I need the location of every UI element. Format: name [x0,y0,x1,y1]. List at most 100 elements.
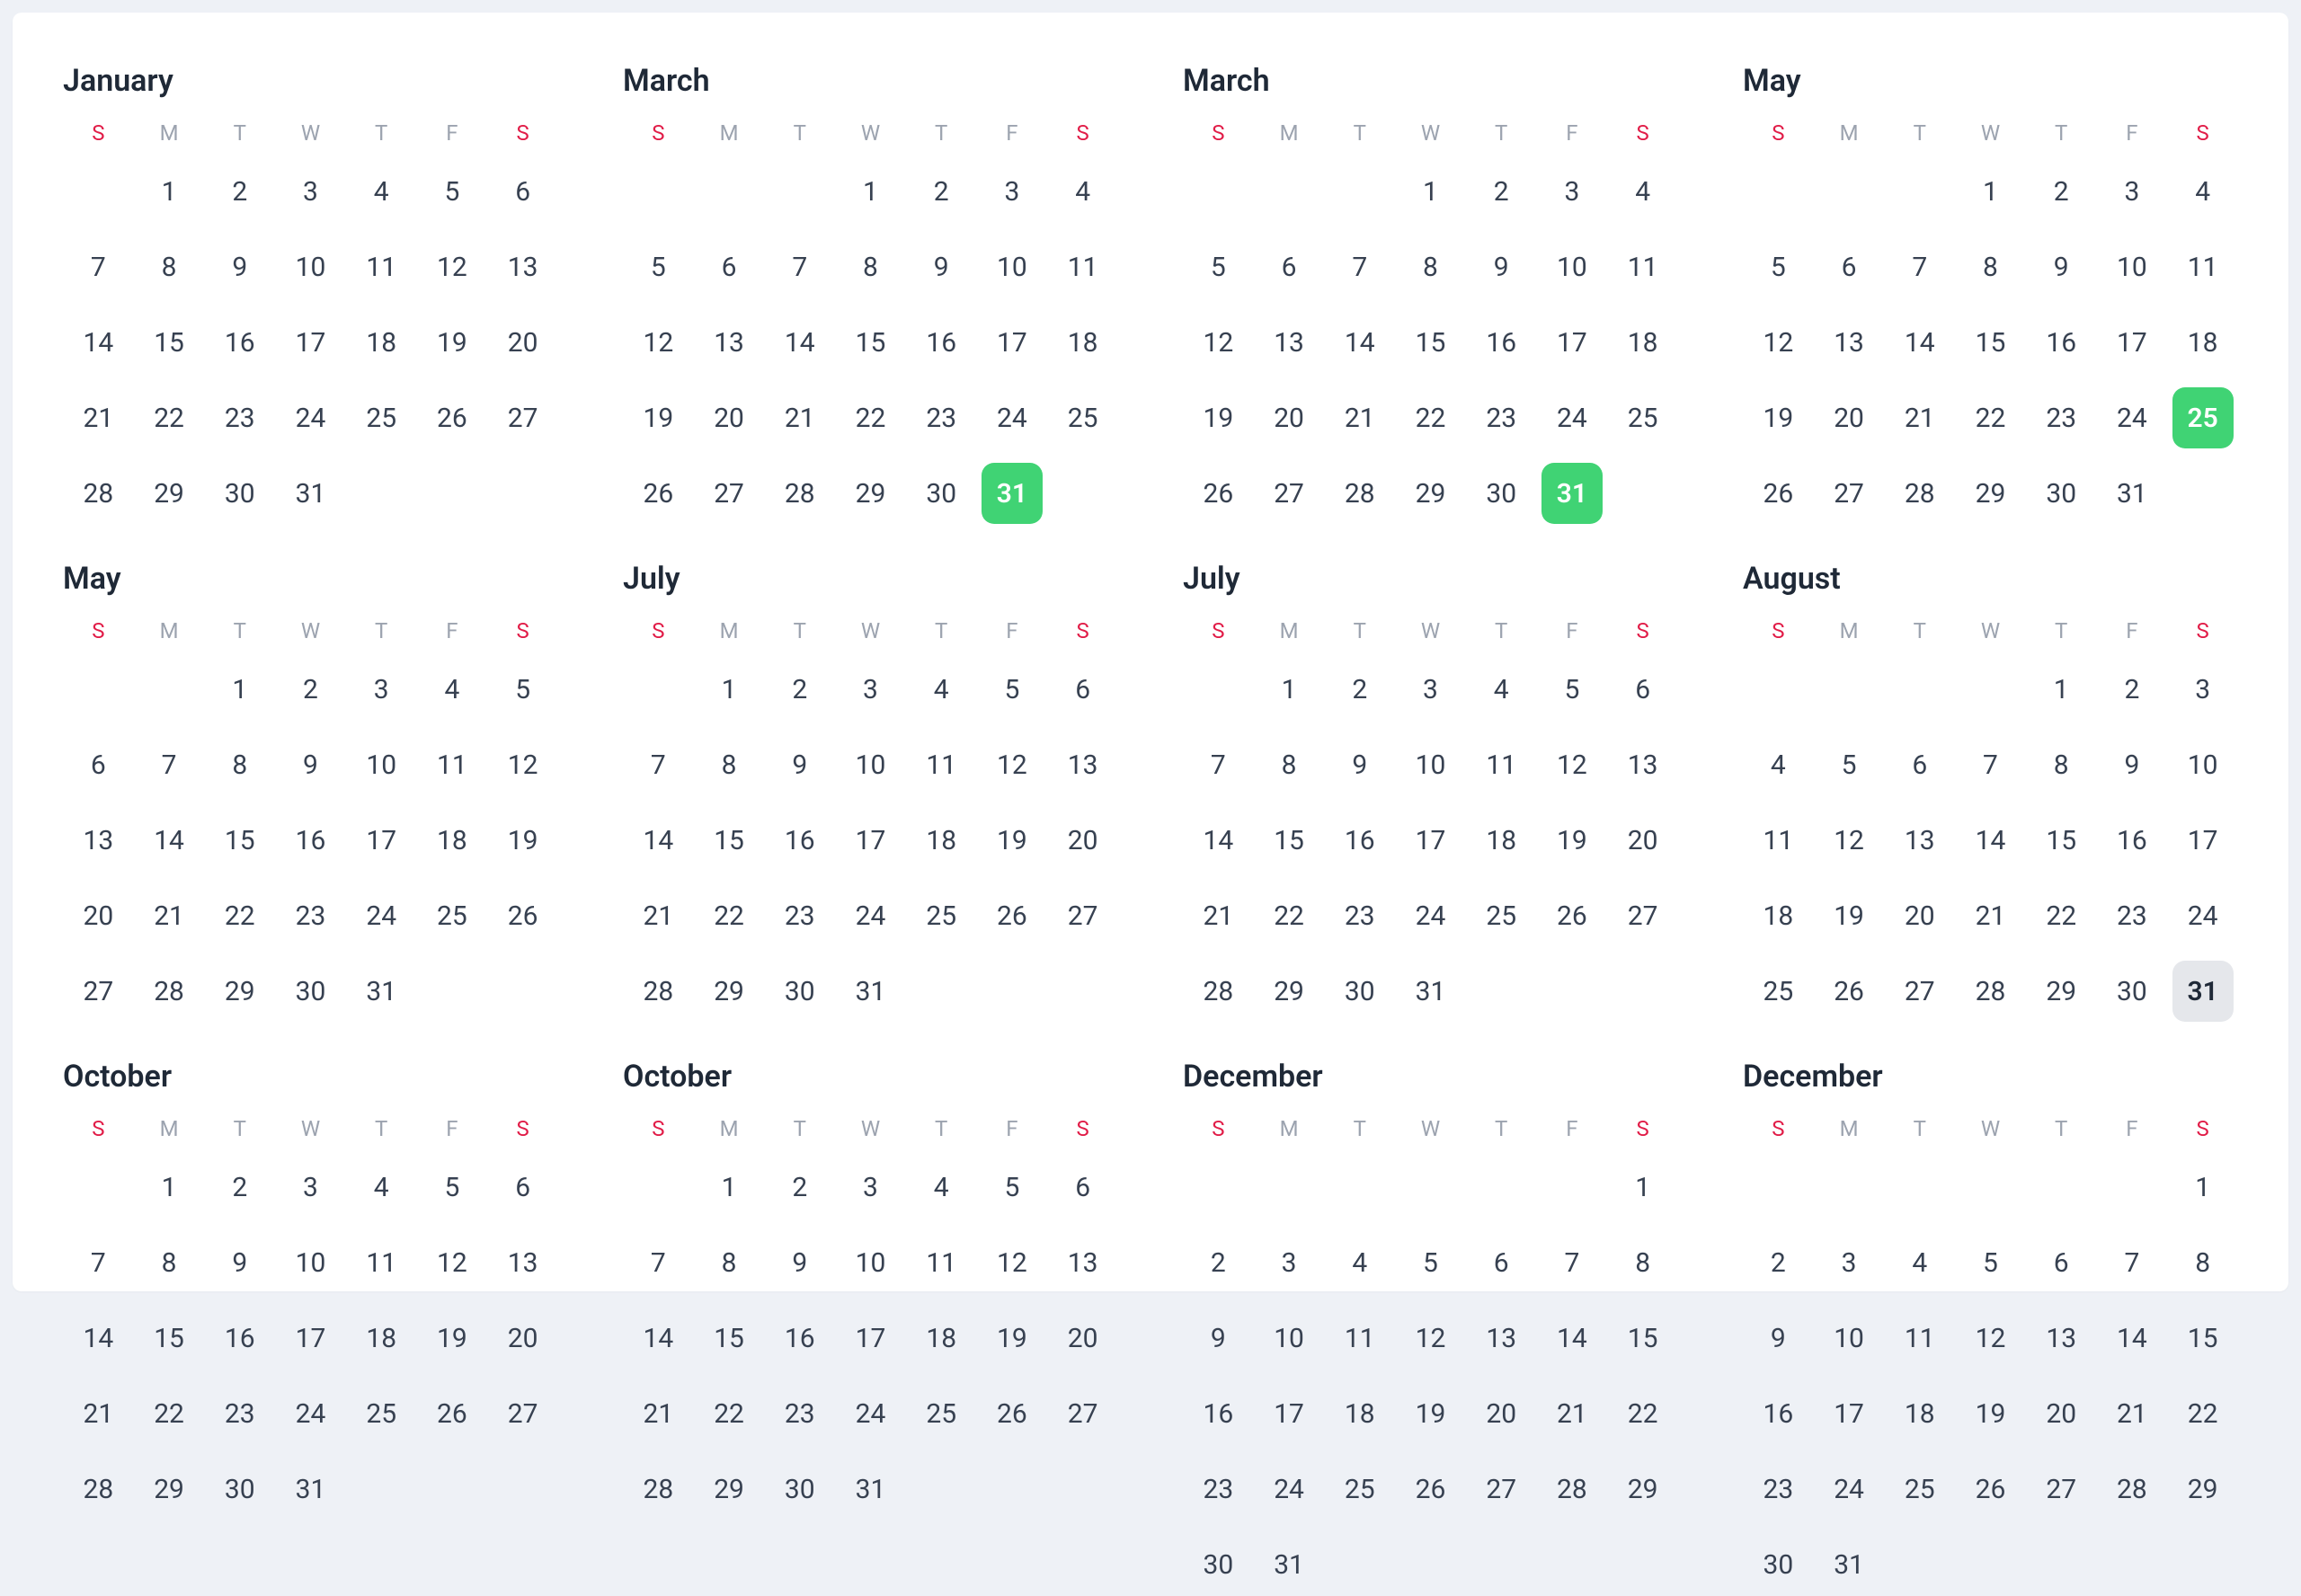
day-cell[interactable]: 29 [1955,462,2026,525]
day-cell[interactable]: 14 [623,1307,694,1370]
day-cell[interactable]: 30 [1743,1533,1814,1596]
day-cell[interactable]: 16 [275,809,346,872]
day-cell[interactable]: 7 [1884,235,1955,298]
day-cell[interactable]: 4 [346,1156,417,1219]
day-cell[interactable]: 8 [134,1231,205,1294]
day-cell[interactable]: 28 [63,1458,134,1521]
day-cell[interactable]: 27 [1254,462,1325,525]
day-cell[interactable]: 1 [2026,658,2097,721]
day-cell[interactable]: 28 [1324,462,1395,525]
day-cell[interactable]: 3 [1395,658,1466,721]
day-cell[interactable]: 8 [1955,235,2026,298]
day-cell[interactable]: 20 [1047,809,1118,872]
day-cell[interactable]: 13 [2026,1307,2097,1370]
day-cell[interactable]: 8 [1395,235,1466,298]
day-cell[interactable]: 29 [1395,462,1466,525]
day-cell[interactable]: 13 [1047,733,1118,796]
day-cell[interactable]: 21 [63,1382,134,1445]
day-cell[interactable]: 9 [1466,235,1537,298]
day-cell[interactable]: 3 [1254,1231,1325,1294]
day-cell[interactable]: 29 [694,1458,765,1521]
day-cell[interactable]: 9 [2026,235,2097,298]
day-cell[interactable]: 16 [1183,1382,1254,1445]
day-cell[interactable]: 28 [1183,960,1254,1023]
day-cell[interactable]: 12 [487,733,558,796]
day-cell[interactable]: 1 [694,1156,765,1219]
day-cell[interactable]: 16 [1466,311,1537,374]
day-cell[interactable]: 31 [1537,462,1608,525]
day-cell[interactable]: 19 [1814,884,1885,947]
day-cell[interactable]: 6 [63,733,134,796]
day-cell[interactable]: 26 [487,884,558,947]
day-cell[interactable]: 18 [1884,1382,1955,1445]
day-cell[interactable]: 24 [275,386,346,449]
day-cell[interactable]: 15 [1607,1307,1678,1370]
day-cell[interactable]: 21 [2097,1382,2168,1445]
day-cell[interactable]: 22 [694,1382,765,1445]
day-cell[interactable]: 23 [906,386,977,449]
day-cell[interactable]: 8 [2167,1231,2238,1294]
day-cell[interactable]: 17 [275,311,346,374]
day-cell[interactable]: 24 [835,884,906,947]
day-cell[interactable]: 21 [1183,884,1254,947]
day-cell[interactable]: 11 [1607,235,1678,298]
day-cell[interactable]: 25 [906,884,977,947]
day-cell[interactable]: 9 [1183,1307,1254,1370]
day-cell[interactable]: 24 [977,386,1048,449]
day-cell[interactable]: 1 [2167,1156,2238,1219]
day-cell[interactable]: 17 [835,1307,906,1370]
day-cell[interactable]: 9 [204,1231,275,1294]
day-cell[interactable]: 7 [764,235,835,298]
day-cell[interactable]: 17 [346,809,417,872]
day-cell[interactable]: 2 [204,1156,275,1219]
day-cell[interactable]: 1 [1254,658,1325,721]
day-cell[interactable]: 18 [2167,311,2238,374]
day-cell[interactable]: 19 [487,809,558,872]
day-cell[interactable]: 8 [694,1231,765,1294]
day-cell[interactable]: 20 [2026,1382,2097,1445]
day-cell[interactable]: 27 [1047,1382,1118,1445]
day-cell[interactable]: 3 [346,658,417,721]
day-cell[interactable]: 21 [1324,386,1395,449]
day-cell[interactable]: 19 [1183,386,1254,449]
day-cell[interactable]: 18 [1047,311,1118,374]
day-cell[interactable]: 4 [1884,1231,1955,1294]
day-cell[interactable]: 22 [1955,386,2026,449]
day-cell[interactable]: 9 [764,733,835,796]
day-cell[interactable]: 20 [1814,386,1885,449]
day-cell[interactable]: 3 [835,1156,906,1219]
day-cell[interactable]: 25 [1607,386,1678,449]
day-cell[interactable]: 14 [63,311,134,374]
day-cell[interactable]: 22 [1254,884,1325,947]
day-cell[interactable]: 5 [487,658,558,721]
day-cell[interactable]: 6 [1814,235,1885,298]
day-cell[interactable]: 22 [204,884,275,947]
day-cell[interactable]: 14 [1183,809,1254,872]
day-cell[interactable]: 25 [1047,386,1118,449]
day-cell[interactable]: 9 [2097,733,2168,796]
day-cell[interactable]: 1 [694,658,765,721]
day-cell[interactable]: 6 [1047,1156,1118,1219]
day-cell[interactable]: 21 [1955,884,2026,947]
day-cell[interactable]: 20 [487,311,558,374]
day-cell[interactable]: 24 [1395,884,1466,947]
day-cell[interactable]: 17 [275,1307,346,1370]
day-cell[interactable]: 15 [1254,809,1325,872]
day-cell[interactable]: 30 [1466,462,1537,525]
day-cell[interactable]: 17 [2097,311,2168,374]
day-cell[interactable]: 16 [764,809,835,872]
day-cell[interactable]: 31 [835,1458,906,1521]
day-cell[interactable]: 7 [1537,1231,1608,1294]
day-cell[interactable]: 17 [1814,1382,1885,1445]
day-cell[interactable]: 28 [2097,1458,2168,1521]
day-cell[interactable]: 14 [623,809,694,872]
day-cell[interactable]: 11 [906,733,977,796]
day-cell[interactable]: 23 [204,1382,275,1445]
day-cell[interactable]: 13 [1814,311,1885,374]
day-cell[interactable]: 27 [487,386,558,449]
day-cell[interactable]: 13 [487,235,558,298]
day-cell[interactable]: 5 [1183,235,1254,298]
day-cell[interactable]: 19 [623,386,694,449]
day-cell[interactable]: 5 [623,235,694,298]
day-cell[interactable]: 5 [1955,1231,2026,1294]
